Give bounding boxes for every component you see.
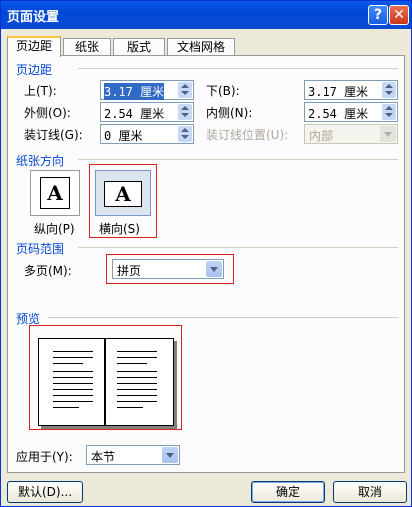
- portrait-label[interactable]: 纵向(P): [34, 220, 75, 237]
- spin-arrows-icon[interactable]: [178, 126, 192, 142]
- preview-text-line: [53, 401, 93, 402]
- gutter-label: 装订线(G):: [24, 128, 83, 142]
- preview-text-line: [53, 383, 93, 384]
- gutter-position-select: 内部: [304, 124, 398, 144]
- book-fold-preview: [38, 338, 174, 426]
- preview-text-line: [117, 407, 143, 408]
- portrait-button[interactable]: A: [30, 170, 80, 216]
- margins-section-title: 页边距: [16, 63, 53, 77]
- orientation-section-title: 纸张方向: [16, 154, 65, 168]
- gutter-position-label: 装订线位置(U):: [206, 128, 289, 142]
- tab-doc-grid[interactable]: 文档网格: [167, 38, 235, 56]
- pages-section-title: 页码范围: [16, 242, 65, 256]
- preview-text-line: [117, 395, 157, 396]
- preview-text-line: [117, 377, 157, 378]
- divider: [78, 68, 398, 69]
- landscape-page-icon: A: [104, 181, 142, 207]
- outer-margin-input[interactable]: 2.54 厘米: [100, 102, 194, 122]
- preview-text-line: [117, 371, 157, 372]
- top-margin-value: 3.17 厘米: [104, 83, 165, 100]
- help-button[interactable]: ?: [368, 5, 388, 25]
- tab-paper[interactable]: 纸张: [63, 38, 111, 56]
- inner-margin-input[interactable]: 2.54 厘米: [304, 102, 398, 122]
- preview-text-line: [53, 389, 93, 390]
- preview-text-line: [53, 407, 79, 408]
- gutter-input[interactable]: 0 厘米: [100, 124, 194, 144]
- inner-label: 内侧(N):: [206, 106, 253, 120]
- top-label: 上(T):: [24, 84, 57, 98]
- preview-text-line: [117, 357, 157, 358]
- outer-label: 外侧(O):: [24, 106, 71, 120]
- divider: [78, 159, 398, 160]
- preview-text-line: [117, 389, 157, 390]
- gutter-position-value: 内部: [309, 129, 334, 143]
- apply-to-label: 应用于(Y):: [16, 450, 73, 464]
- preview-text-line: [53, 377, 93, 378]
- chevron-down-icon[interactable]: [162, 447, 178, 463]
- close-button[interactable]: ✕: [389, 5, 409, 25]
- preview-text-line: [117, 383, 157, 384]
- preview-text-line: [53, 351, 93, 352]
- multiple-pages-value: 拼页: [117, 264, 142, 278]
- spin-arrows-icon[interactable]: [178, 82, 192, 98]
- chevron-down-icon: [380, 126, 396, 142]
- apply-to-select[interactable]: 本节: [86, 445, 180, 465]
- page-setup-dialog: 页面设置 ? ✕ 页边距 纸张 版式 文档网格 页边距 上(T): 3.17 厘…: [0, 0, 412, 507]
- preview-text-line: [117, 401, 157, 402]
- multiple-pages-label: 多页(M):: [24, 264, 72, 278]
- outer-margin-value: 2.54 厘米: [104, 107, 165, 121]
- ok-button[interactable]: 确定: [251, 481, 325, 503]
- spin-arrows-icon[interactable]: [382, 82, 396, 98]
- window-title: 页面设置: [7, 10, 60, 25]
- preview-text-line: [53, 395, 93, 396]
- portrait-page-icon: A: [40, 177, 70, 209]
- top-margin-input[interactable]: 3.17 厘米: [100, 80, 194, 100]
- multiple-pages-select[interactable]: 拼页: [112, 259, 224, 279]
- preview-text-line: [53, 371, 93, 372]
- spin-arrows-icon[interactable]: [382, 104, 396, 120]
- landscape-button[interactable]: A: [95, 170, 151, 216]
- landscape-label[interactable]: 横向(S): [99, 220, 140, 237]
- inner-margin-value: 2.54 厘米: [308, 107, 369, 121]
- chevron-down-icon[interactable]: [206, 261, 222, 277]
- apply-to-value: 本节: [91, 450, 116, 464]
- bottom-margin-value: 3.17 厘米: [308, 85, 369, 99]
- preview-text-line: [53, 357, 93, 358]
- gutter-value: 0 厘米: [104, 129, 143, 143]
- preview-spine: [104, 339, 106, 425]
- tab-margins[interactable]: 页边距: [7, 36, 61, 57]
- divider: [48, 317, 398, 318]
- preview-text-line: [53, 363, 83, 364]
- tab-panel: 页边距 上(T): 3.17 厘米 下(B): 3.17 厘米 外侧(O): 2…: [7, 55, 405, 473]
- preview-text-line: [117, 351, 157, 352]
- default-button[interactable]: 默认(D)...: [7, 481, 83, 503]
- bottom-margin-input[interactable]: 3.17 厘米: [304, 80, 398, 100]
- divider: [78, 247, 398, 248]
- preview-text-line: [117, 363, 147, 364]
- bottom-label: 下(B):: [206, 84, 240, 98]
- tab-layout[interactable]: 版式: [113, 38, 165, 56]
- spin-arrows-icon[interactable]: [178, 104, 192, 120]
- title-bar: 页面设置 ? ✕: [1, 1, 411, 29]
- cancel-button[interactable]: 取消: [333, 481, 407, 503]
